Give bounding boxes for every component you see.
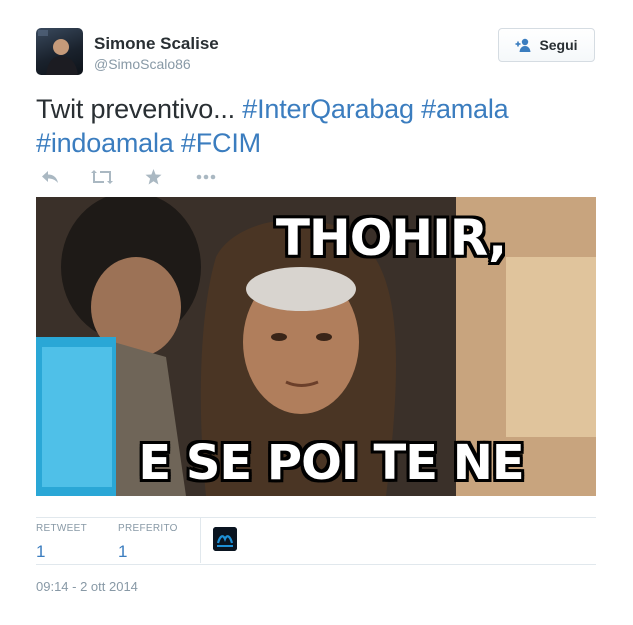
favorite-count[interactable]: 1 (118, 542, 178, 562)
hashtag-link[interactable]: #InterQarabag (242, 94, 414, 124)
tweet-media-image[interactable]: THOHIR, E SE POI TE NE PENTI?? (36, 197, 596, 496)
tweet-body-text: Twit preventivo... (36, 94, 243, 124)
favoriter-avatar[interactable] (213, 527, 237, 551)
stats-separator (200, 518, 201, 563)
hashtag-link[interactable]: #FCIM (181, 128, 261, 158)
follow-button[interactable]: Segui (498, 28, 595, 62)
hashtag-link[interactable]: #amala (421, 94, 509, 124)
follow-button-label: Segui (539, 37, 578, 53)
favorite-stat-label: PREFERITO (118, 523, 178, 534)
retweet-count[interactable]: 1 (36, 542, 87, 562)
favorite-icon[interactable] (140, 166, 167, 188)
inter-logo-icon (213, 527, 237, 551)
tweet-actions (36, 166, 244, 188)
avatar-photo (38, 30, 78, 75)
favorite-stat[interactable]: PREFERITO 1 (118, 523, 178, 562)
reply-icon[interactable] (36, 166, 63, 188)
stats-divider-top (36, 517, 596, 518)
tweet-text: Twit preventivo... #InterQarabag #amala … (36, 92, 596, 160)
retweet-stat-label: RETWEET (36, 523, 87, 534)
retweet-stat[interactable]: RETWEET 1 (36, 523, 87, 562)
retweet-icon[interactable] (88, 166, 115, 188)
more-icon[interactable] (192, 166, 219, 188)
author-avatar[interactable] (36, 28, 83, 75)
stats-divider-bottom (36, 564, 596, 565)
meme-caption-bottom: E SE POI TE NE PENTI?? (138, 435, 524, 496)
add-user-icon (515, 38, 531, 52)
author-handle[interactable]: @SimoScalo86 (94, 56, 191, 72)
hashtag-link[interactable]: #indoamala (36, 128, 174, 158)
author-name[interactable]: Simone Scalise (94, 34, 219, 54)
meme-caption-top: THOHIR, (275, 209, 507, 267)
tweet-timestamp[interactable]: 09:14 - 2 ott 2014 (36, 579, 138, 594)
